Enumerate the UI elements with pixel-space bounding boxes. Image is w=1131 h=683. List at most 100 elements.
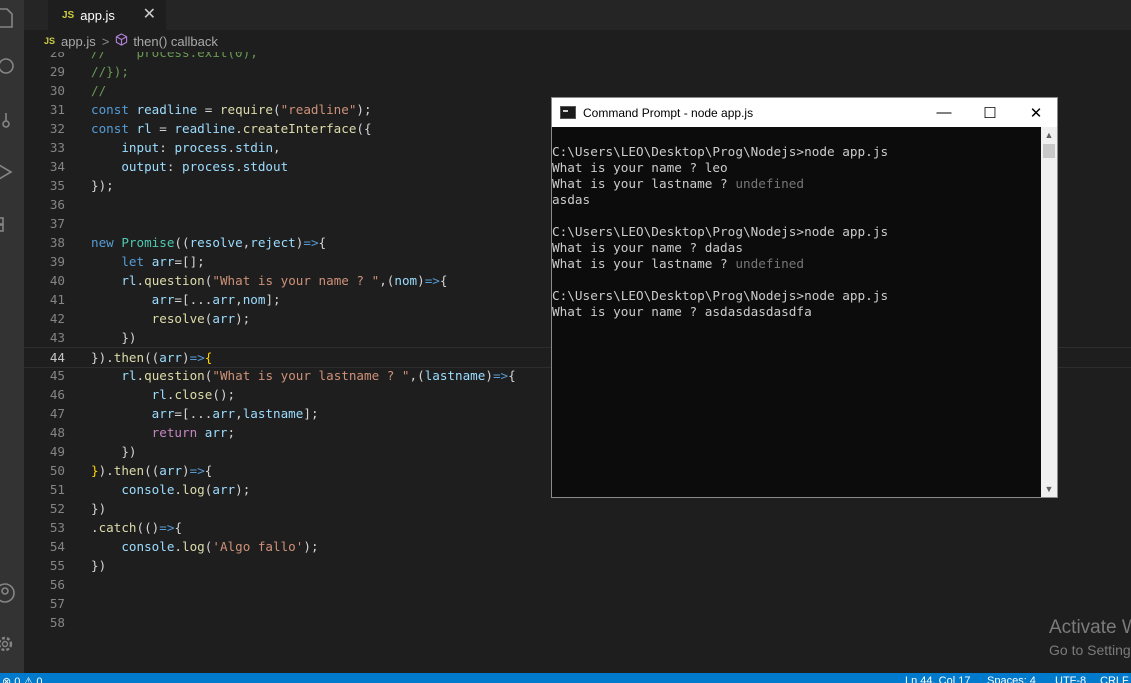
code-text: }) — [91, 558, 107, 573]
scroll-down-arrow-icon[interactable]: ▼ — [1041, 481, 1057, 497]
line-number: 55 — [49, 558, 65, 573]
status-bar: ⊗ 0 ⚠ 0 Ln 44, Col 17 Spaces: 4 UTF-8 CR… — [0, 673, 1131, 683]
line-number: 44 — [49, 350, 65, 365]
tab-app-js[interactable]: JS app.js ✕ — [48, 0, 166, 30]
line-number: 35 — [49, 178, 65, 193]
line-number: 36 — [49, 197, 65, 212]
source-control-icon[interactable] — [0, 106, 24, 134]
code-text: rl.close(); — [151, 387, 236, 402]
line-number: 45 — [49, 368, 65, 383]
code-line[interactable]: 29 //}); — [24, 62, 1131, 81]
code-line[interactable]: 55}) — [24, 556, 1131, 575]
minimize-button[interactable]: — — [921, 98, 967, 127]
js-file-icon: JS — [44, 36, 56, 46]
extensions-icon[interactable] — [0, 212, 24, 240]
line-number: 52 — [49, 501, 65, 516]
code-text: rl.question("What is your name ? ",(nom)… — [121, 273, 448, 288]
line-number: 30 — [49, 83, 65, 98]
line-number: 57 — [49, 596, 65, 611]
tab-label: app.js — [80, 7, 115, 23]
line-number: 51 — [49, 482, 65, 497]
console-output[interactable]: C:\Users\LEO\Desktop\Prog\Nodejs>node ap… — [552, 127, 1041, 497]
console-line: asdas — [552, 192, 591, 207]
line-number: 47 — [49, 406, 65, 421]
code-text: arr=[...arr,nom]; — [151, 292, 281, 307]
command-prompt-window[interactable]: Command Prompt - node app.js — ☐ ✕ C:\Us… — [551, 97, 1058, 498]
code-text: resolve(arr); — [151, 311, 251, 326]
indentation-setting[interactable]: Spaces: 4 — [987, 675, 1036, 683]
problems-indicator[interactable]: ⊗ 0 ⚠ 0 — [2, 675, 42, 683]
tab-bar: JS app.js ✕ — [24, 0, 1131, 30]
line-number: 53 — [49, 520, 65, 535]
code-text: console.log(arr); — [121, 482, 251, 497]
line-number: 29 — [49, 64, 65, 79]
code-line[interactable]: 52}) — [24, 499, 1131, 518]
cmd-app-icon — [560, 106, 576, 119]
code-text: //}); — [91, 64, 129, 79]
line-number: 32 — [49, 121, 65, 136]
window-titlebar[interactable]: Command Prompt - node app.js — ☐ ✕ — [552, 98, 1057, 127]
code-line[interactable]: 58 — [24, 613, 1131, 632]
code-text: }).then((arr)=>{ — [91, 350, 213, 365]
maximize-button[interactable]: ☐ — [967, 98, 1013, 127]
code-text: const rl = readline.createInterface({ — [91, 121, 372, 136]
close-icon[interactable]: ✕ — [143, 4, 156, 24]
code-line[interactable]: 54 console.log('Algo fallo'); — [24, 537, 1131, 556]
code-text: // — [91, 83, 107, 98]
code-text: output: process.stdout — [121, 159, 289, 174]
console-line: What is your lastname ? undefined — [552, 256, 805, 271]
console-line: C:\Users\LEO\Desktop\Prog\Nodejs>node ap… — [552, 224, 889, 239]
console-line: What is your name ? leo — [552, 160, 728, 175]
search-icon[interactable] — [0, 53, 24, 81]
code-text: }); — [91, 178, 114, 193]
line-number: 31 — [49, 102, 65, 117]
explorer-icon[interactable] — [0, 4, 24, 32]
code-text: return arr; — [151, 425, 236, 440]
code-text: new Promise((resolve,reject)=>{ — [91, 235, 327, 250]
chevron-right-icon: > — [101, 33, 110, 49]
window-title: Command Prompt - node app.js — [583, 105, 754, 120]
activation-watermark-subtitle: Go to Setting — [1049, 642, 1131, 658]
line-number: 54 — [49, 539, 65, 554]
code-line[interactable]: 57 — [24, 594, 1131, 613]
scroll-up-arrow-icon[interactable]: ▲ — [1041, 127, 1057, 143]
breadcrumb-symbol[interactable]: then() callback — [133, 34, 218, 49]
activity-bar — [0, 0, 24, 673]
line-number: 56 — [49, 577, 65, 592]
console-line: What is your name ? dadas — [552, 240, 743, 255]
settings-gear-icon[interactable] — [0, 630, 24, 658]
eol-setting[interactable]: CRLF — [1100, 675, 1129, 683]
code-text: // process.exit(0); — [91, 52, 258, 60]
code-text: const readline = require("readline"); — [91, 102, 372, 117]
code-line[interactable]: 28 // process.exit(0); — [24, 52, 1131, 62]
line-number: 46 — [49, 387, 65, 402]
line-number: 42 — [49, 311, 65, 326]
close-button[interactable]: ✕ — [1013, 98, 1059, 127]
encoding-setting[interactable]: UTF-8 — [1055, 675, 1086, 683]
line-number: 49 — [49, 444, 65, 459]
code-text: }) — [91, 444, 137, 459]
console-line: What is your name ? asdasdasdasdfa — [552, 304, 812, 319]
console-line: What is your lastname ? undefined — [552, 176, 805, 191]
activation-watermark-title: Activate W — [1049, 617, 1131, 638]
scrollbar-thumb[interactable] — [1043, 144, 1055, 158]
code-text: }) — [91, 501, 107, 516]
code-text: input: process.stdin, — [121, 140, 281, 155]
vertical-scrollbar[interactable]: ▲ ▼ — [1041, 127, 1057, 497]
line-number: 37 — [49, 216, 65, 231]
line-number: 43 — [49, 330, 65, 345]
code-text: .catch(()=>{ — [91, 520, 183, 535]
line-number: 58 — [49, 615, 65, 630]
code-line[interactable]: 56 — [24, 575, 1131, 594]
code-line[interactable]: 53 .catch(()=>{ — [24, 518, 1131, 537]
code-text: }).then((arr)=>{ — [91, 463, 213, 478]
code-text: }) — [91, 330, 137, 345]
cursor-position[interactable]: Ln 44, Col 17 — [905, 675, 970, 683]
account-icon[interactable] — [0, 579, 24, 607]
breadcrumb-file[interactable]: app.js — [61, 34, 96, 49]
run-debug-icon[interactable] — [0, 158, 24, 186]
console-line: C:\Users\LEO\Desktop\Prog\Nodejs>node ap… — [552, 144, 889, 159]
line-number: 38 — [49, 235, 65, 250]
